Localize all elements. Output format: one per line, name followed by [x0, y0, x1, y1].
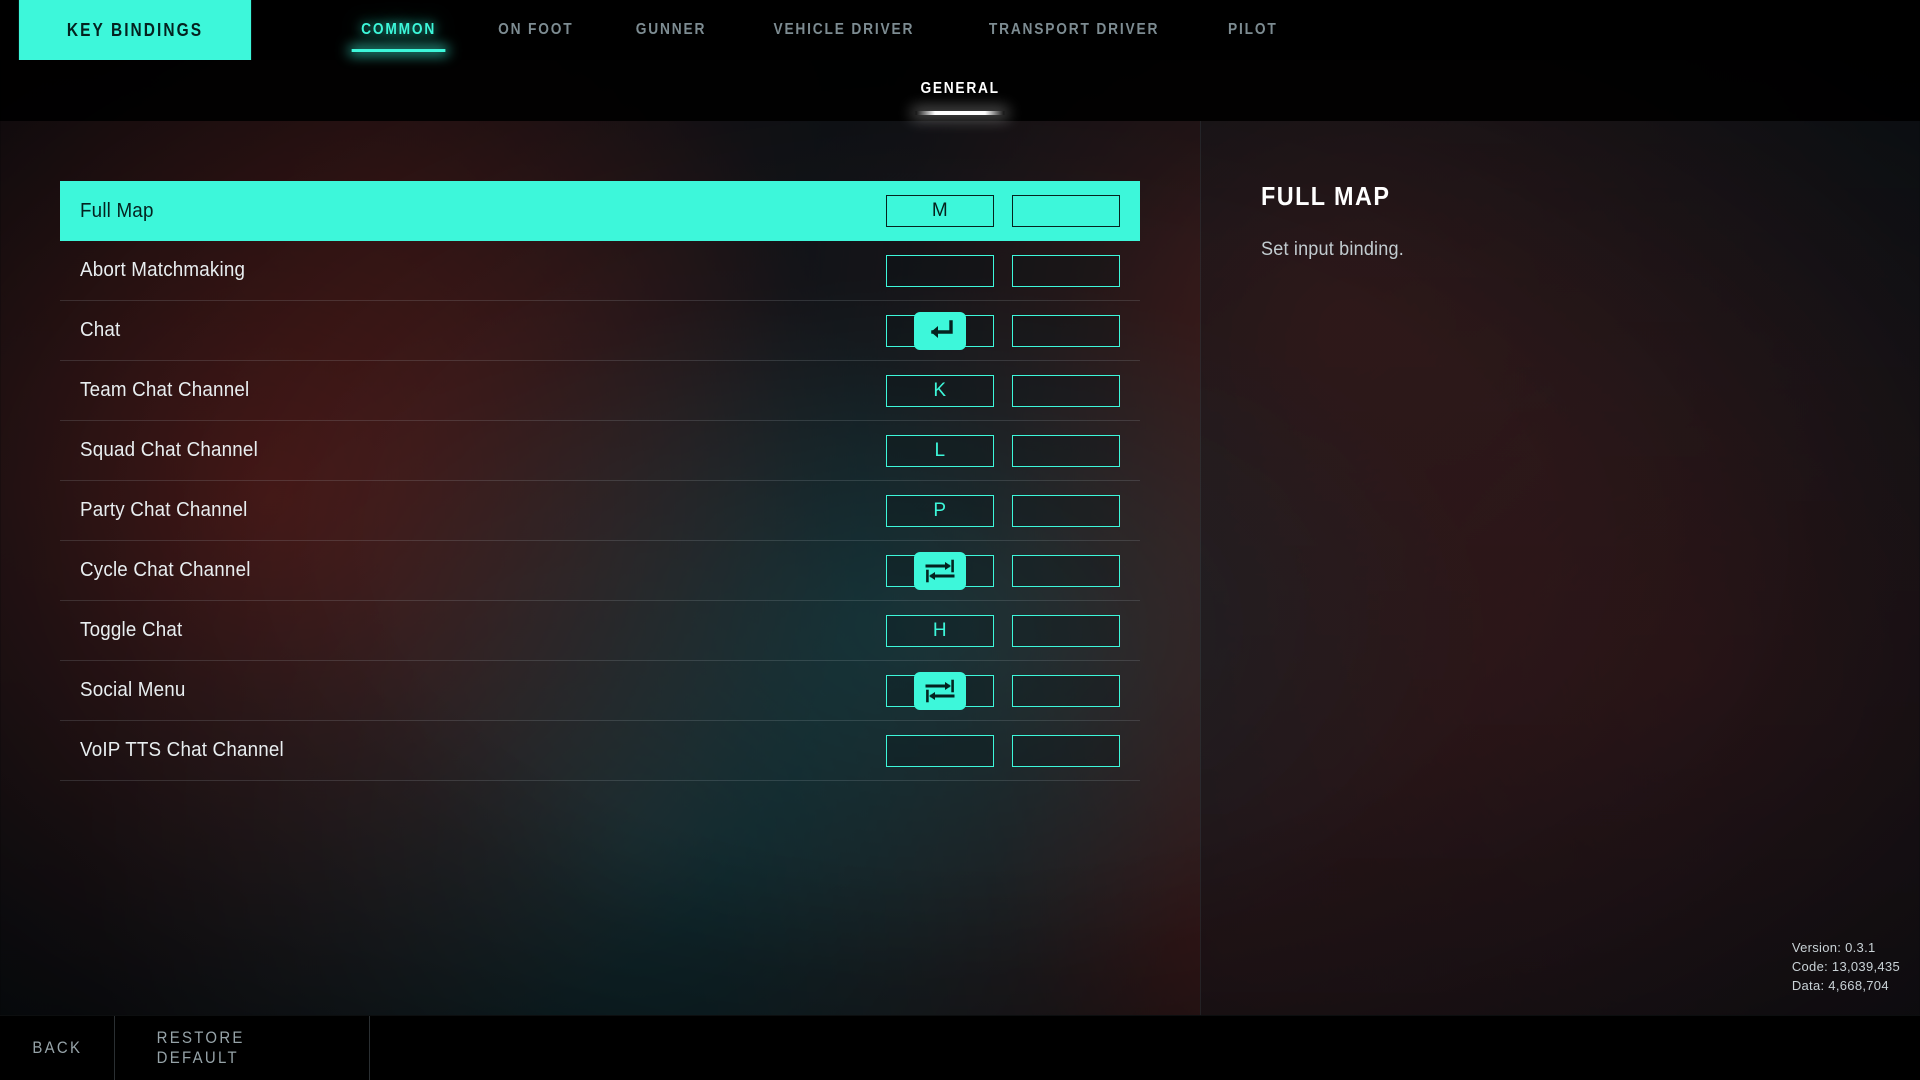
binding-row[interactable]: Chat — [60, 301, 1140, 361]
primary-binding-slot[interactable]: P — [886, 495, 994, 527]
primary-binding-slot[interactable] — [886, 312, 994, 350]
secondary-binding-slot[interactable] — [1012, 555, 1120, 587]
binding-slots: H — [886, 601, 1120, 661]
binding-name: Chat — [80, 319, 121, 341]
version-info: Version: 0.3.1 Code: 13,039,435 Data: 4,… — [1792, 938, 1900, 995]
tab-pilot[interactable]: PILOT — [1206, 0, 1299, 60]
data-line: Data: 4,668,704 — [1791, 978, 1889, 993]
binding-row[interactable]: Abort Matchmaking — [60, 241, 1140, 301]
binding-slots: P — [886, 481, 1120, 541]
binding-slots — [886, 241, 1120, 301]
binding-slots — [886, 541, 1120, 601]
primary-binding-slot[interactable] — [886, 255, 994, 287]
binding-name: Squad Chat Channel — [80, 439, 258, 461]
main-content: Full Map M Abort Matchmaking Chat Team Chat … — [0, 121, 1920, 1015]
page-title: KEY BINDINGS — [18, 0, 252, 60]
tab-general[interactable]: GENERAL — [915, 80, 1006, 115]
binding-row[interactable]: Toggle Chat H — [60, 601, 1140, 661]
detail-panel: FULL MAP Set input binding. — [1200, 121, 1920, 1015]
primary-binding-slot[interactable] — [886, 735, 994, 767]
detail-description: Set input binding. — [1261, 239, 1404, 260]
tab-key-icon — [914, 552, 966, 590]
top-navigation-bar: KEY BINDINGS COMMON ON FOOT GUNNER VEHICLE … — [0, 0, 1920, 60]
primary-binding-slot[interactable] — [886, 672, 994, 710]
binding-row[interactable]: Cycle Chat Channel — [60, 541, 1140, 601]
restore-default-button-label: RESTORE DEFAULT — [156, 1028, 245, 1067]
back-button[interactable]: BACK — [0, 1016, 115, 1080]
secondary-binding-slot[interactable] — [1012, 195, 1120, 227]
binding-slots: K — [886, 361, 1120, 421]
binding-slots: M — [886, 181, 1120, 241]
primary-binding-slot[interactable] — [886, 552, 994, 590]
tab-on-foot[interactable]: ON FOOT — [477, 0, 595, 60]
binding-row[interactable]: Full Map M — [60, 181, 1140, 241]
binding-row[interactable]: VoIP TTS Chat Channel — [60, 721, 1140, 781]
binding-row[interactable]: Team Chat Channel K — [60, 361, 1140, 421]
binding-name: Toggle Chat — [80, 619, 183, 641]
sub-tab-bar: GENERAL — [0, 60, 1920, 121]
back-button-label: BACK — [32, 1038, 82, 1057]
primary-binding-slot[interactable]: L — [886, 435, 994, 467]
bottom-action-bar: BACK RESTORE DEFAULT — [0, 1015, 1920, 1080]
secondary-binding-slot[interactable] — [1012, 375, 1120, 407]
binding-slots — [886, 721, 1120, 781]
category-tab-list: COMMON ON FOOT GUNNER VEHICLE DRIVER TRANSPO… — [270, 0, 1306, 60]
secondary-binding-slot[interactable] — [1012, 735, 1120, 767]
binding-row[interactable]: Party Chat Channel P — [60, 481, 1140, 541]
binding-name: VoIP TTS Chat Channel — [80, 739, 284, 761]
secondary-binding-slot[interactable] — [1012, 315, 1120, 347]
binding-name: Team Chat Channel — [80, 379, 250, 401]
binding-slots — [886, 301, 1120, 361]
detail-title: FULL MAP — [1261, 181, 1391, 211]
binding-slots: L — [886, 421, 1120, 481]
tab-transport-driver[interactable]: TRANSPORT DRIVER — [968, 0, 1181, 60]
primary-binding-slot[interactable]: K — [886, 375, 994, 407]
secondary-binding-slot[interactable] — [1012, 255, 1120, 287]
secondary-binding-slot[interactable] — [1012, 675, 1120, 707]
binding-row[interactable]: Social Menu — [60, 661, 1140, 721]
tab-vehicle-driver[interactable]: VEHICLE DRIVER — [752, 0, 936, 60]
binding-name: Full Map — [80, 199, 154, 222]
tab-key-icon — [914, 672, 966, 710]
binding-name: Social Menu — [80, 679, 186, 701]
binding-slots — [886, 661, 1120, 721]
secondary-binding-slot[interactable] — [1012, 435, 1120, 467]
secondary-binding-slot[interactable] — [1012, 615, 1120, 647]
binding-name: Abort Matchmaking — [80, 259, 246, 281]
binding-name: Party Chat Channel — [80, 499, 248, 521]
enter-key-icon — [914, 312, 966, 350]
primary-binding-slot[interactable]: M — [886, 195, 994, 227]
primary-binding-slot[interactable]: H — [886, 615, 994, 647]
key-bindings-list: Full Map M Abort Matchmaking Chat Team Chat … — [60, 181, 1140, 781]
secondary-binding-slot[interactable] — [1012, 495, 1120, 527]
binding-name: Cycle Chat Channel — [80, 559, 251, 581]
restore-default-button[interactable]: RESTORE DEFAULT — [115, 1016, 370, 1080]
tab-gunner[interactable]: GUNNER — [614, 0, 727, 60]
tab-common[interactable]: COMMON — [340, 0, 458, 60]
code-line: Code: 13,039,435 — [1791, 959, 1900, 974]
version-line: Version: 0.3.1 — [1791, 940, 1876, 955]
binding-row[interactable]: Squad Chat Channel L — [60, 421, 1140, 481]
